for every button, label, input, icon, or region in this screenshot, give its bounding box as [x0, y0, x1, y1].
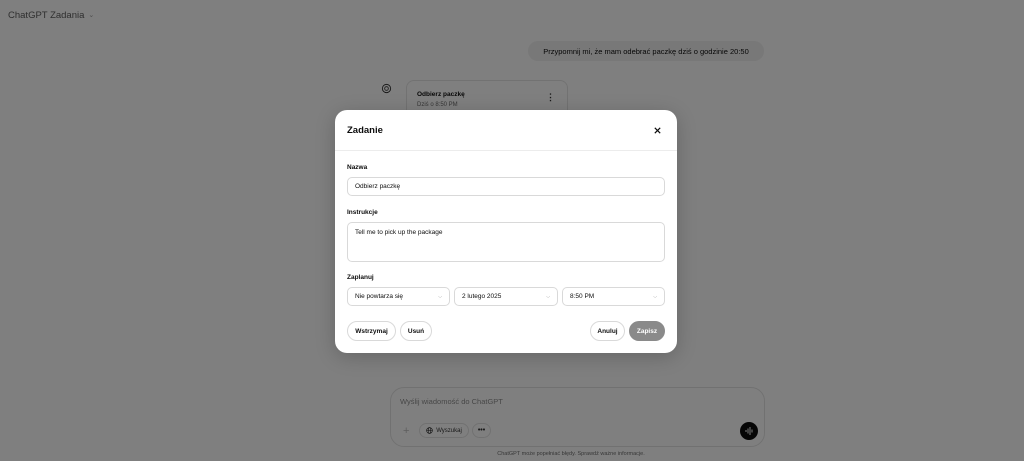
task-dialog: Zadanie Nazwa Odbierz paczkę Instrukcje … — [335, 110, 677, 353]
dialog-title: Zadanie — [347, 125, 383, 136]
close-icon — [653, 126, 661, 134]
time-select-value: 8:50 PM — [570, 293, 595, 300]
instructions-label: Instrukcje — [347, 209, 378, 216]
time-select[interactable]: 8:50 PM ⌵ — [562, 287, 665, 306]
chevron-down-icon: ⌵ — [438, 293, 442, 300]
pause-button[interactable]: Wstrzymaj — [347, 321, 396, 341]
date-select[interactable]: 2 lutego 2025 ⌵ — [454, 287, 558, 306]
cancel-button[interactable]: Anuluj — [590, 321, 625, 341]
close-button[interactable] — [651, 124, 663, 136]
delete-button[interactable]: Usuń — [400, 321, 432, 341]
instructions-textarea[interactable]: Tell me to pick up the package — [347, 222, 665, 262]
chevron-down-icon: ⌵ — [546, 293, 550, 300]
chevron-down-icon: ⌵ — [653, 293, 657, 300]
repeat-select-value: Nie powtarza się — [355, 293, 404, 300]
save-button[interactable]: Zapisz — [629, 321, 665, 341]
name-input[interactable]: Odbierz paczkę — [347, 177, 665, 196]
repeat-select[interactable]: Nie powtarza się ⌵ — [347, 287, 450, 306]
date-select-value: 2 lutego 2025 — [462, 293, 502, 300]
schedule-label: Zaplanuj — [347, 274, 374, 281]
name-label: Nazwa — [347, 164, 368, 171]
dialog-header: Zadanie — [335, 110, 677, 151]
